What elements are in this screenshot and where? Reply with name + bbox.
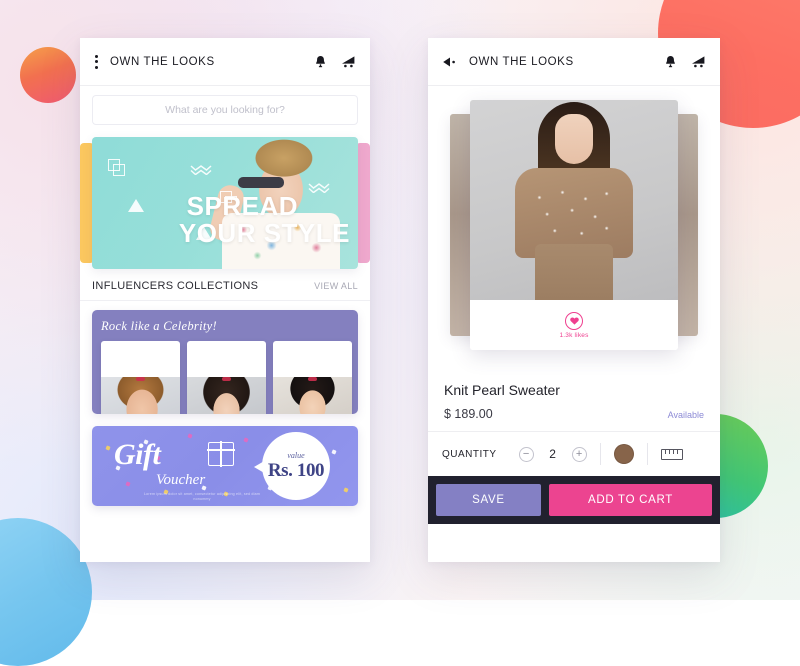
add-to-cart-button[interactable]: ADD TO CART <box>549 484 712 516</box>
list-item[interactable]: Rawan Bin <box>187 341 266 414</box>
hero-text: SPREAD YOUR STYLE <box>92 193 350 246</box>
ruler-icon[interactable] <box>660 448 683 460</box>
quantity-label: QUANTITY <box>442 448 497 460</box>
wave-icon <box>308 181 330 193</box>
minus-circle-icon[interactable]: − <box>518 446 534 462</box>
hero-line-1: SPREAD <box>186 191 298 221</box>
product-appbar-actions <box>664 55 706 69</box>
product-title: Knit Pearl Sweater <box>444 382 560 398</box>
hero-line-2: YOUR STYLE <box>178 217 350 248</box>
product-info: Knit Pearl Sweater $ 189.00 Available <box>428 366 720 432</box>
list-item[interactable]: Real Fouz <box>101 341 180 414</box>
avatar-detail <box>222 377 231 381</box>
plus-circle-icon[interactable]: + <box>571 446 587 462</box>
wave-icon <box>190 163 212 175</box>
voucher-fineprint: Lorem ipsum dolor sit amet, consectetur … <box>143 492 261 502</box>
home-appbar-actions <box>314 55 356 69</box>
gift-box-icon <box>207 441 235 467</box>
divider <box>646 443 648 465</box>
divider <box>599 443 601 465</box>
voucher-title: Gift <box>114 438 161 471</box>
quantity-value: 2 <box>549 447 556 461</box>
section-title: INFLUENCERS COLLECTIONS <box>92 280 259 292</box>
voucher-value-bubble: value Rs. 100 <box>254 432 330 500</box>
decorative-circle-orange <box>20 47 76 103</box>
cart-icon[interactable] <box>341 55 356 68</box>
view-all-link[interactable]: VIEW ALL <box>314 281 358 291</box>
quantity-row: QUANTITY − 2 + <box>428 432 720 476</box>
hero-carousel[interactable]: SPREAD YOUR STYLE <box>80 137 370 269</box>
influencers-container: Rock like a Celebrity! Real Fouz Rawan B… <box>80 301 370 414</box>
search-container: What are you looking for? <box>80 86 370 133</box>
influencers-list: Real Fouz Rawan Bin Mina Al <box>101 341 358 414</box>
product-price-row: $ 189.00 Available <box>444 407 704 421</box>
app-brand-title: OWN THE LOOKS <box>469 55 574 68</box>
voucher-container: Gift Voucher Lorem ipsum dolor sit amet,… <box>80 414 370 506</box>
search-placeholder: What are you looking for? <box>165 104 285 116</box>
avatar-detail <box>136 377 145 381</box>
app-brand-title: OWN THE LOOKS <box>110 55 215 68</box>
decorative-circle-blue <box>0 518 92 666</box>
avatar <box>273 377 352 414</box>
carousel-next-card[interactable] <box>356 143 370 263</box>
avatar <box>101 377 180 414</box>
voucher-subtitle: Voucher <box>156 472 206 488</box>
color-swatch-icon[interactable] <box>613 444 634 464</box>
product-image-card[interactable]: 1.3k likes <box>470 100 678 350</box>
product-screen-mockup: OWN THE LOOKS 1.3k likes Knit Pearl Swea… <box>428 38 720 562</box>
voucher-amount: Rs. 100 <box>267 459 325 481</box>
model-face <box>555 114 593 164</box>
bell-icon[interactable] <box>314 55 327 69</box>
home-screen-mockup: OWN THE LOOKS What are you looking for? … <box>80 38 370 562</box>
back-arrow-icon[interactable] <box>442 57 457 67</box>
home-appbar: OWN THE LOOKS <box>80 38 370 86</box>
bell-icon[interactable] <box>664 55 677 69</box>
quantity-stepper: − 2 + <box>518 446 587 462</box>
kebab-menu-icon[interactable] <box>94 54 98 69</box>
product-photo <box>470 100 678 300</box>
product-like-bar: 1.3k likes <box>470 300 678 350</box>
heart-icon[interactable] <box>565 311 583 330</box>
save-button[interactable]: SAVE <box>436 484 541 516</box>
sweater-pearls <box>526 186 622 250</box>
product-price: $ 189.00 <box>444 407 493 421</box>
like-count: 1.3k likes <box>559 331 589 339</box>
squares-icon <box>108 159 125 176</box>
influencers-heading: Rock like a Celebrity! <box>101 319 217 333</box>
avatar <box>187 377 266 414</box>
gift-voucher-banner[interactable]: Gift Voucher Lorem ipsum dolor sit amet,… <box>92 426 358 506</box>
product-action-bar: SAVE ADD TO CART <box>428 476 720 524</box>
voucher-value-label: value <box>287 450 305 460</box>
list-item[interactable]: Mina Al <box>273 341 352 414</box>
model-skirt <box>535 244 613 300</box>
cart-icon[interactable] <box>691 55 706 68</box>
product-appbar: OWN THE LOOKS <box>428 38 720 86</box>
status-badge: Available <box>667 410 704 420</box>
influencers-section-header: INFLUENCERS COLLECTIONS VIEW ALL <box>80 269 370 301</box>
search-input[interactable]: What are you looking for? <box>92 95 358 125</box>
avatar-detail <box>308 377 317 381</box>
hero-banner[interactable]: SPREAD YOUR STYLE <box>92 137 358 269</box>
product-gallery[interactable]: 1.3k likes <box>428 86 720 366</box>
influencers-card: Rock like a Celebrity! Real Fouz Rawan B… <box>92 310 358 414</box>
